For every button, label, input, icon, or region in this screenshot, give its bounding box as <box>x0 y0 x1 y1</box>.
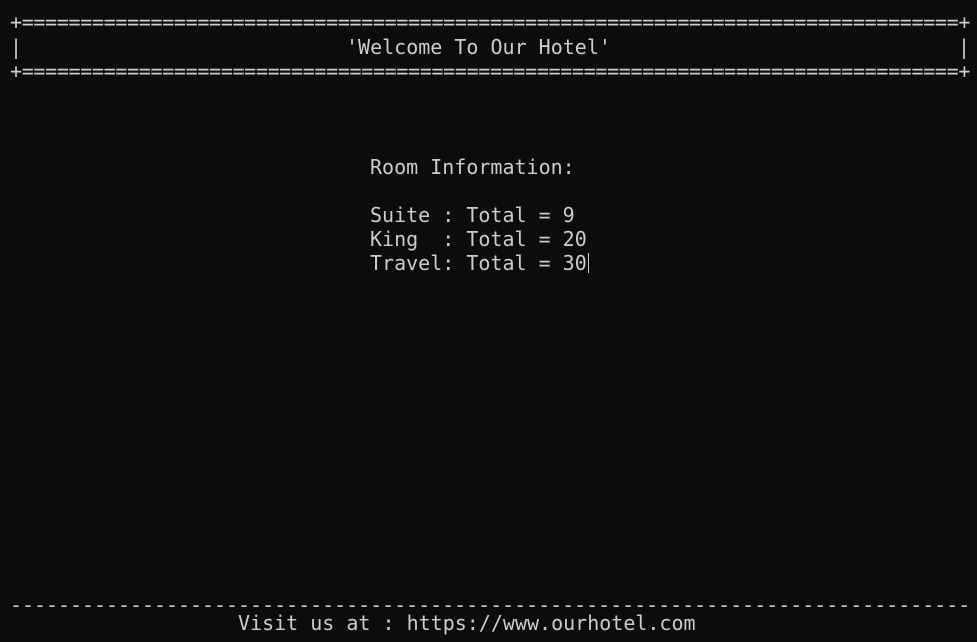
terminal-window: +=======================================… <box>0 0 977 642</box>
room-row-king: King : Total = 20 <box>370 227 587 251</box>
room-row-travel-text: Travel: Total = 30 <box>370 251 587 275</box>
room-row-suite: Suite : Total = 9 <box>370 203 575 227</box>
header-bottom-rule: +=======================================… <box>10 59 970 83</box>
header-right-border: | <box>958 35 971 59</box>
room-row-travel: Travel: Total = 30 <box>370 251 589 275</box>
welcome-title: 'Welcome To Our Hotel' <box>346 35 611 59</box>
footer-visit-text: Visit us at : https://www.ourhotel.com <box>238 611 696 635</box>
text-cursor[interactable] <box>587 253 589 273</box>
header-top-rule: +=======================================… <box>10 10 970 34</box>
room-info-heading: Room Information: <box>370 155 575 179</box>
header-left-border: | <box>10 35 23 59</box>
